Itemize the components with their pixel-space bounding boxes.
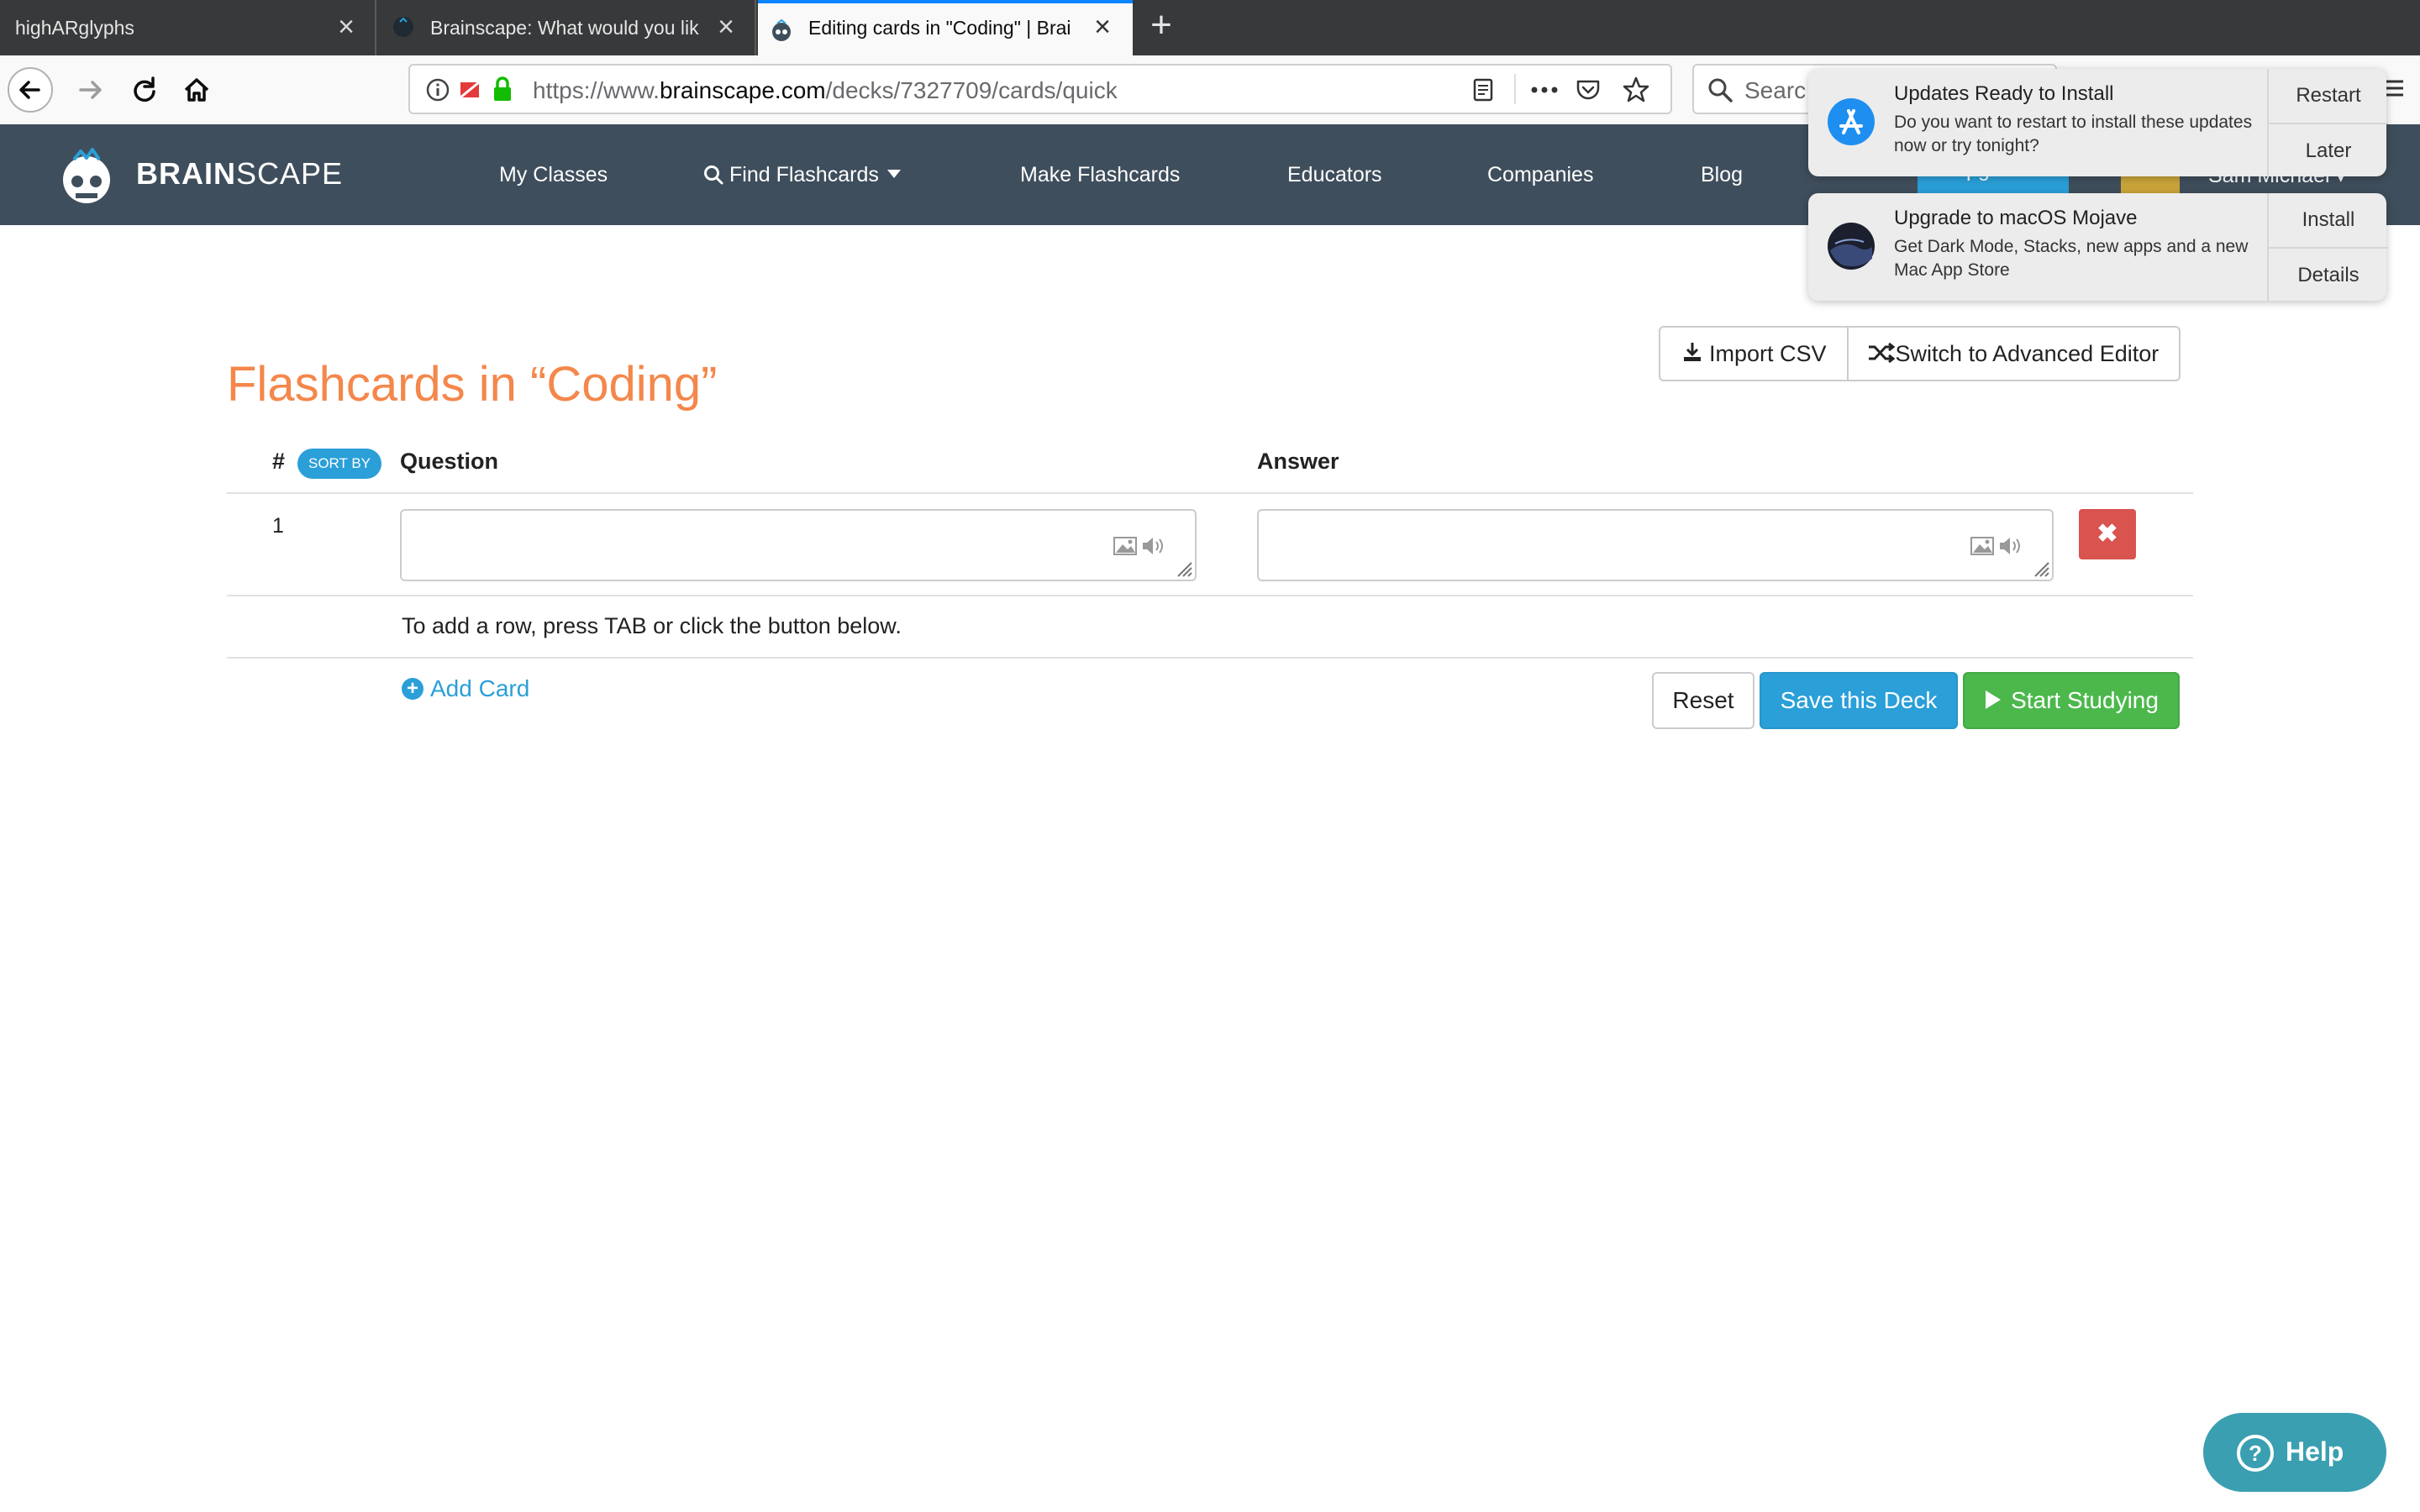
browser-tab-brainscape-home[interactable]: Brainscape: What would you lik × <box>378 0 756 55</box>
new-tab-plus-icon[interactable]: + <box>1143 7 1180 45</box>
column-header-question: Question <box>400 449 499 474</box>
page-actions-divider <box>1514 74 1516 104</box>
tracking-blocked-icon[interactable] <box>457 77 482 102</box>
later-button[interactable]: Later <box>2269 123 2388 178</box>
brainscape-logo-icon[interactable] <box>55 144 118 205</box>
resize-grip-icon[interactable] <box>1173 558 1193 578</box>
shuffle-icon <box>1868 342 1895 364</box>
column-header-number: # <box>272 449 286 474</box>
url-text[interactable]: https://www.brainscape.com/decks/7327709… <box>533 77 1118 104</box>
url-bar[interactable]: https://www.brainscape.com/decks/7327709… <box>408 64 1672 114</box>
question-mark-icon: ? <box>2237 1435 2274 1472</box>
row-divider <box>227 595 2193 596</box>
notification-updates[interactable]: Updates Ready to Install Do you want to … <box>1808 69 2388 176</box>
tab-close-icon[interactable]: × <box>331 12 361 42</box>
nav-find-flashcards-label: Find Flashcards <box>729 163 879 186</box>
url-host: brainscape.com <box>659 77 826 103</box>
details-button[interactable]: Details <box>2269 247 2388 302</box>
start-studying-button[interactable]: Start Studying <box>1963 672 2180 729</box>
advanced-editor-button[interactable]: Switch to Advanced Editor <box>1846 328 2180 380</box>
close-icon: ✖ <box>2096 520 2118 548</box>
brainscape-favicon-icon <box>393 17 413 37</box>
row-number: 1 <box>272 514 284 538</box>
media-icons <box>1970 537 2020 555</box>
browser-tab-bar: highARglyphs × Brainscape: What would yo… <box>0 0 2420 55</box>
install-button[interactable]: Install <box>2269 193 2388 247</box>
nav-my-classes[interactable]: My Classes <box>499 163 608 187</box>
plus-circle-icon: + <box>402 678 424 700</box>
restart-button[interactable]: Restart <box>2269 69 2388 123</box>
import-csv-button[interactable]: Import CSV <box>1660 328 1847 380</box>
search-placeholder: Searc <box>1744 77 1807 103</box>
table-header-divider <box>227 492 2193 494</box>
page-actions-menu-icon[interactable] <box>1528 77 1561 102</box>
play-icon <box>1986 690 2002 709</box>
notification-body: Do you want to restart to install these … <box>1894 113 2253 155</box>
search-icon <box>1708 78 1733 102</box>
tab-title: highARglyphs <box>15 17 134 39</box>
resize-grip-icon[interactable] <box>2030 558 2050 578</box>
notification-actions: Restart Later <box>2267 69 2388 176</box>
brand-bold: BRAIN <box>136 156 236 191</box>
nav-companies[interactable]: Companies <box>1487 163 1593 187</box>
caret-down-icon <box>886 170 901 178</box>
reset-button[interactable]: Reset <box>1652 672 1754 729</box>
advanced-editor-label: Switch to Advanced Editor <box>1895 341 2160 366</box>
notification-actions: Install Details <box>2267 193 2388 301</box>
notification-body: Get Dark Mode, Stacks, new apps and a ne… <box>1894 237 2249 280</box>
browser-tab-highARglyphs[interactable]: highARglyphs × <box>0 0 376 55</box>
import-icon <box>1684 343 1701 361</box>
notification-title: Updates Ready to Install <box>1894 82 2114 105</box>
nav-make-flashcards[interactable]: Make Flashcards <box>1020 163 1180 187</box>
add-card-label: Add Card <box>430 675 530 701</box>
home-icon[interactable] <box>173 66 220 113</box>
reader-view-icon[interactable] <box>1470 77 1496 102</box>
media-icons <box>1113 537 1163 555</box>
reload-icon[interactable] <box>121 66 168 113</box>
start-studying-label: Start Studying <box>2011 687 2159 713</box>
nav-find-flashcards[interactable]: Find Flashcards <box>702 163 902 187</box>
bookmark-star-icon[interactable] <box>1622 76 1650 104</box>
editor-button-group: Import CSV Switch to Advanced Editor <box>1659 326 2181 381</box>
tab-title: Brainscape: What would you lik <box>430 17 699 39</box>
forward-arrow-icon[interactable] <box>67 66 114 113</box>
tab-title: Editing cards in "Coding" | Brai <box>808 17 1071 39</box>
tab-close-icon[interactable]: × <box>1087 12 1118 42</box>
page-title: Flashcards in “Coding” <box>227 357 718 412</box>
info-icon[interactable] <box>425 77 450 102</box>
brand-wordmark[interactable]: BRAINSCAPE <box>136 156 343 192</box>
help-button[interactable]: ? Help <box>2203 1413 2386 1492</box>
search-icon <box>704 165 723 185</box>
pocket-icon[interactable] <box>1575 77 1602 102</box>
row-divider <box>227 657 2193 659</box>
app-store-icon <box>1828 98 1875 145</box>
url-prefix: https://www. <box>533 77 660 103</box>
tab-close-icon[interactable]: × <box>711 12 741 42</box>
image-icon[interactable] <box>1113 537 1137 555</box>
browser-tab-editing-cards[interactable]: Editing cards in "Coding" | Brai × <box>758 0 1133 55</box>
audio-icon[interactable] <box>1143 538 1163 554</box>
notification-mojave[interactable]: Upgrade to macOS Mojave Get Dark Mode, S… <box>1808 193 2388 301</box>
sort-by-button[interactable]: SORT BY <box>297 449 381 479</box>
nav-educators[interactable]: Educators <box>1287 163 1382 187</box>
audio-icon[interactable] <box>2000 538 2020 554</box>
secure-lock-icon[interactable] <box>491 76 514 102</box>
column-header-answer: Answer <box>1257 449 1339 474</box>
image-icon[interactable] <box>1970 537 1994 555</box>
brand-light: SCAPE <box>236 156 344 191</box>
url-path: /decks/7327709/cards/quick <box>825 77 1118 103</box>
help-label: Help <box>2286 1436 2344 1467</box>
add-card-link[interactable]: + Add Card <box>402 675 529 702</box>
brainscape-favicon-icon <box>772 18 791 41</box>
delete-card-button[interactable]: ✖ <box>2079 509 2136 559</box>
notification-title: Upgrade to macOS Mojave <box>1894 207 2138 229</box>
nav-blog[interactable]: Blog <box>1701 163 1743 187</box>
back-arrow-icon[interactable] <box>7 66 54 113</box>
answer-field[interactable] <box>1257 509 2054 581</box>
macos-mojave-icon <box>1828 223 1875 270</box>
add-row-hint: To add a row, press TAB or click the but… <box>402 613 902 638</box>
import-csv-label: Import CSV <box>1709 341 1827 366</box>
question-field[interactable] <box>400 509 1197 581</box>
save-deck-button[interactable]: Save this Deck <box>1760 672 1958 729</box>
